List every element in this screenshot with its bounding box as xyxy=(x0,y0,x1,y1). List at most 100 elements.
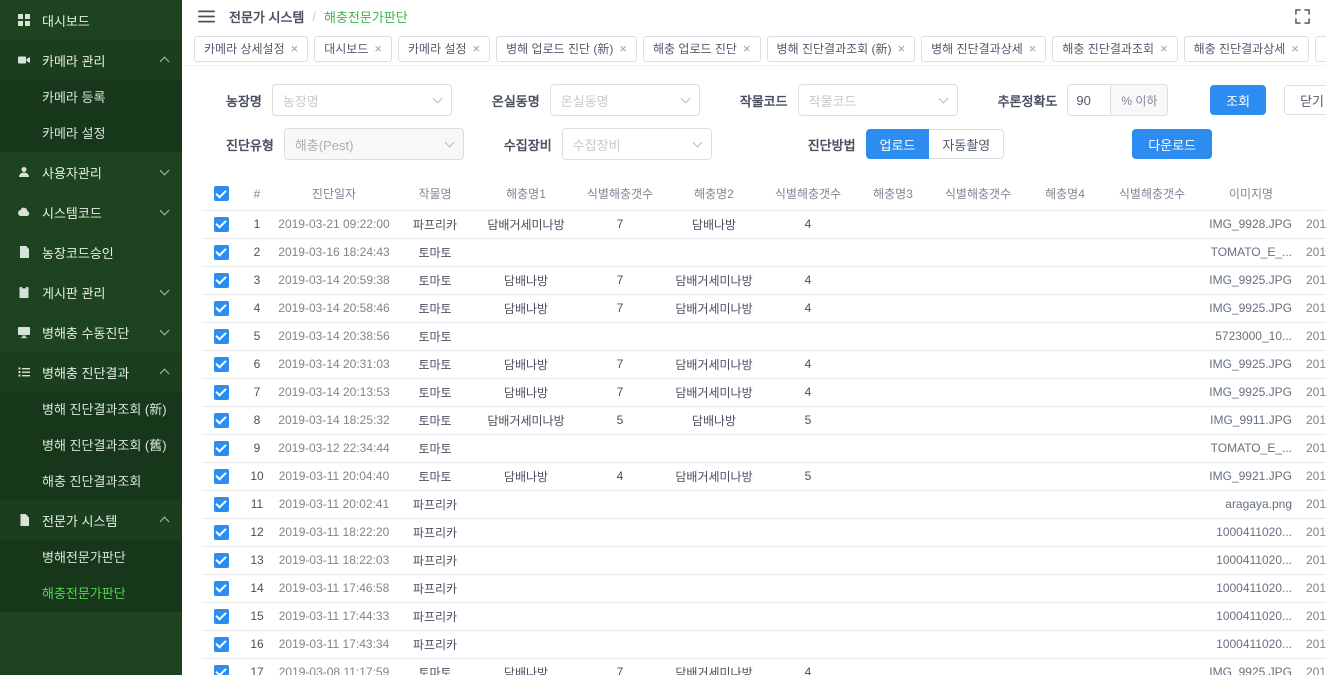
row-checkbox[interactable] xyxy=(214,217,229,232)
sidebar-item-disease-results-old[interactable]: 병해 진단결과조회 (舊) xyxy=(0,428,182,464)
tab[interactable]: 카메라 설정 × xyxy=(398,36,490,62)
cell-pest2: 담배거세미나방 xyxy=(664,658,764,675)
accuracy-suffix: % 이하 xyxy=(1111,84,1168,116)
row-checkbox[interactable] xyxy=(214,581,229,596)
table-row[interactable]: 12 2019-03-11 18:22:20 파프리카 1000411020 xyxy=(202,518,1326,546)
tab[interactable]: 병해전문가판단 × xyxy=(1315,36,1326,62)
sidebar-item-system-code[interactable]: 시스템코드 xyxy=(0,192,182,232)
filter-row-2: 진단유형 해충(Pest) 수집장비 수집장비 진단방법 xyxy=(226,128,1326,160)
sidebar-item-disease-results-new[interactable]: 병해 진단결과조회 (新) xyxy=(0,392,182,428)
table-row[interactable]: 16 2019-03-11 17:43:34 파프리카 1000411020 xyxy=(202,630,1326,658)
row-checkbox[interactable] xyxy=(214,329,229,344)
method-auto-capture-button[interactable]: 자동촬영 xyxy=(929,129,1004,159)
table-row[interactable]: 4 2019-03-14 20:58:46 토마토 담배나방 7 담배거세미나방… xyxy=(202,294,1326,322)
row-checkbox[interactable] xyxy=(214,413,229,428)
sidebar-item-expert-system[interactable]: 전문가 시스템 xyxy=(0,500,182,540)
table-row[interactable]: 17 2019-03-08 11:17:59 토마토 담배나방 7 담배거세미나… xyxy=(202,658,1326,675)
row-checkbox[interactable] xyxy=(214,273,229,288)
cell-pest3 xyxy=(852,350,934,378)
select-all-checkbox[interactable] xyxy=(214,186,229,201)
tab-label: 카메라 설정 xyxy=(408,40,467,57)
download-button[interactable]: 다운로드 xyxy=(1132,129,1212,159)
tab[interactable]: 병해 진단결과조회 (新) × xyxy=(767,36,916,62)
cell-pest2: 담배거세미나방 xyxy=(664,462,764,490)
tab[interactable]: 해충 업로드 진단 × xyxy=(643,36,761,62)
tab-close-icon[interactable]: × xyxy=(374,42,382,55)
tab-close-icon[interactable]: × xyxy=(473,42,481,55)
row-checkbox[interactable] xyxy=(214,609,229,624)
row-checkbox[interactable] xyxy=(214,525,229,540)
table-row[interactable]: 10 2019-03-11 20:04:40 토마토 담배나방 4 담배거세미나… xyxy=(202,462,1326,490)
table-row[interactable]: 3 2019-03-14 20:59:38 토마토 담배나방 7 담배거세미나방… xyxy=(202,266,1326,294)
row-checkbox[interactable] xyxy=(214,553,229,568)
crop-code-select[interactable]: 작물코드 xyxy=(798,84,958,116)
table-row[interactable]: 15 2019-03-11 17:44:33 파프리카 1000411020 xyxy=(202,602,1326,630)
fullscreen-icon[interactable] xyxy=(1295,9,1310,24)
sidebar-item-label: 농장코드승인 xyxy=(42,243,168,262)
accuracy-input[interactable] xyxy=(1067,84,1111,116)
sidebar-item-camera-management[interactable]: 카메라 관리 xyxy=(0,40,182,80)
tab[interactable]: 병해 업로드 진단 (新) × xyxy=(496,36,637,62)
table-row[interactable]: 7 2019-03-14 20:13:53 토마토 담배나방 7 담배거세미나방… xyxy=(202,378,1326,406)
cell-pest1-count: 7 xyxy=(576,266,664,294)
tab[interactable]: 해충 진단결과조회 × xyxy=(1052,36,1177,62)
table-row[interactable]: 13 2019-03-11 18:22:03 파프리카 1000411020 xyxy=(202,546,1326,574)
cell-clipped-date: 2019 xyxy=(1306,406,1326,434)
sidebar-item-dashboard[interactable]: 대시보드 xyxy=(0,0,182,40)
row-checkbox[interactable] xyxy=(214,245,229,260)
table-row[interactable]: 14 2019-03-11 17:46:58 파프리카 1000411020 xyxy=(202,574,1326,602)
table-row[interactable]: 5 2019-03-14 20:38:56 토마토 5723000_10.. xyxy=(202,322,1326,350)
cell-pest3-count xyxy=(934,602,1022,630)
sidebar-item-board-management[interactable]: 게시판 관리 xyxy=(0,272,182,312)
row-checkbox[interactable] xyxy=(214,665,229,675)
breadcrumb-root[interactable]: 전문가 시스템 xyxy=(229,7,304,26)
row-checkbox[interactable] xyxy=(214,301,229,316)
monitor-icon xyxy=(16,325,32,339)
greenhouse-select[interactable]: 온실동명 xyxy=(550,84,700,116)
table-row[interactable]: 2 2019-03-16 18:24:43 토마토 TOMATO_E_... xyxy=(202,238,1326,266)
table-row[interactable]: 6 2019-03-14 20:31:03 토마토 담배나방 7 담배거세미나방… xyxy=(202,350,1326,378)
sidebar-item-user-management[interactable]: 사용자관리 xyxy=(0,152,182,192)
row-checkbox[interactable] xyxy=(214,385,229,400)
tab-close-icon[interactable]: × xyxy=(291,42,299,55)
tab-close-icon[interactable]: × xyxy=(743,42,751,55)
menu-toggle-icon[interactable] xyxy=(198,10,215,23)
row-checkbox[interactable] xyxy=(214,441,229,456)
tab[interactable]: 대시보드 × xyxy=(314,36,392,62)
row-checkbox[interactable] xyxy=(214,469,229,484)
search-button[interactable]: 조회 xyxy=(1210,85,1266,115)
tab-label: 병해 진단결과조회 (新) xyxy=(777,40,892,57)
sidebar-item-pest-expert-judgment[interactable]: 해충전문가판단 xyxy=(0,576,182,612)
sidebar-item-pest-results[interactable]: 해충 진단결과조회 xyxy=(0,464,182,500)
row-checkbox[interactable] xyxy=(214,637,229,652)
row-checkbox[interactable] xyxy=(214,497,229,512)
sidebar-item-label: 시스템코드 xyxy=(42,203,151,222)
cell-pest3-count xyxy=(934,350,1022,378)
tab-close-icon[interactable]: × xyxy=(1291,42,1299,55)
row-checkbox[interactable] xyxy=(214,357,229,372)
close-button[interactable]: 닫기 xyxy=(1284,85,1326,115)
farm-name-label: 농장명 xyxy=(226,91,262,110)
cell-pest1-count xyxy=(576,322,664,350)
tab-close-icon[interactable]: × xyxy=(1029,42,1037,55)
farm-name-select[interactable]: 농장명 xyxy=(272,84,452,116)
table-row[interactable]: 8 2019-03-14 18:25:32 토마토 담배거세미나방 5 담배나방… xyxy=(202,406,1326,434)
sidebar-item-manual-diagnosis[interactable]: 병해충 수동진단 xyxy=(0,312,182,352)
tab-close-icon[interactable]: × xyxy=(1160,42,1168,55)
sidebar-item-farm-code-approval[interactable]: 농장코드승인 xyxy=(0,232,182,272)
device-select[interactable]: 수집장비 xyxy=(562,128,712,160)
sidebar-item-disease-expert-judgment[interactable]: 병해전문가판단 xyxy=(0,540,182,576)
sidebar-item-diagnosis-results[interactable]: 병해충 진단결과 xyxy=(0,352,182,392)
tab[interactable]: 해충 진단결과상세 × xyxy=(1184,36,1309,62)
table-row[interactable]: 1 2019-03-21 09:22:00 파프리카 담배거세미나방 7 담배나… xyxy=(202,210,1326,238)
tab[interactable]: 병해 진단결과상세 × xyxy=(921,36,1046,62)
table-row[interactable]: 9 2019-03-12 22:34:44 토마토 TOMATO_E_... xyxy=(202,434,1326,462)
table-row[interactable]: 11 2019-03-11 20:02:41 파프리카 aragaya.pn xyxy=(202,490,1326,518)
sidebar-item-camera-register[interactable]: 카메라 등록 xyxy=(0,80,182,116)
cell-crop-name: 토마토 xyxy=(394,238,476,266)
tab[interactable]: 카메라 상세설정 × xyxy=(194,36,308,62)
tab-close-icon[interactable]: × xyxy=(898,42,906,55)
tab-close-icon[interactable]: × xyxy=(619,42,627,55)
sidebar-item-camera-settings[interactable]: 카메라 설정 xyxy=(0,116,182,152)
method-upload-button[interactable]: 업로드 xyxy=(866,129,930,159)
